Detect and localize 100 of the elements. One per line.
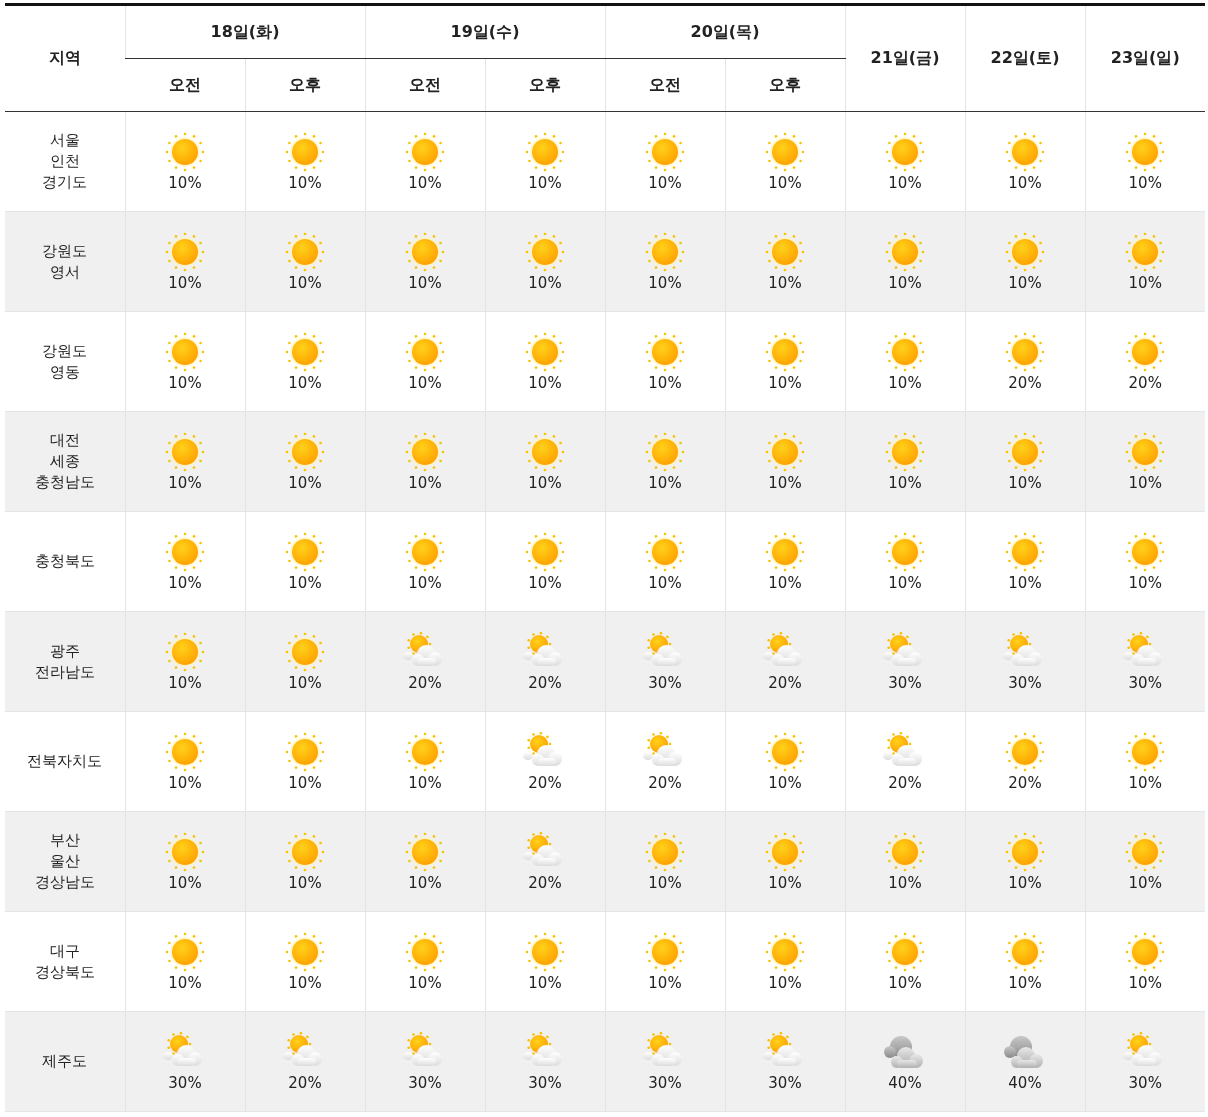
- precipitation-chance: 10%: [408, 173, 442, 192]
- precipitation-chance: 10%: [888, 373, 922, 392]
- precipitation-chance: 10%: [408, 273, 442, 292]
- precipitation-chance: 20%: [1008, 373, 1042, 392]
- precipitation-chance: 10%: [408, 573, 442, 592]
- precipitation-chance: 10%: [768, 373, 802, 392]
- region-name: 대전 세종 충청남도: [34, 430, 95, 493]
- precipitation-chance: 20%: [288, 1073, 322, 1092]
- precipitation-chance: 10%: [888, 973, 922, 992]
- precipitation-chance: 10%: [1128, 473, 1162, 492]
- precipitation-chance: 20%: [1128, 373, 1162, 392]
- precipitation-chance: 10%: [408, 973, 442, 992]
- precipitation-chance: 30%: [1008, 673, 1042, 692]
- column-header: 오후: [769, 74, 801, 94]
- precipitation-chance: 30%: [408, 1073, 442, 1092]
- precipitation-chance: 10%: [888, 273, 922, 292]
- precipitation-chance: 10%: [1008, 273, 1042, 292]
- precipitation-chance: 20%: [1008, 773, 1042, 792]
- column-header: 20일(목): [690, 21, 760, 41]
- precipitation-chance: 10%: [1128, 173, 1162, 192]
- precipitation-chance: 10%: [1128, 973, 1162, 992]
- precipitation-chance: 10%: [168, 273, 202, 292]
- column-header: 오전: [409, 74, 441, 94]
- precipitation-chance: 10%: [288, 873, 322, 892]
- column-header: 오후: [529, 74, 561, 94]
- region-name: 광주 전라남도: [34, 640, 95, 683]
- region-name: 부산 울산 경상남도: [34, 830, 95, 893]
- region-name: 강원도 영동: [42, 340, 88, 383]
- precipitation-chance: 10%: [648, 273, 682, 292]
- precipitation-chance: 10%: [288, 973, 322, 992]
- precipitation-chance: 30%: [1128, 673, 1162, 692]
- precipitation-chance: 10%: [1008, 173, 1042, 192]
- precipitation-chance: 40%: [888, 1073, 922, 1092]
- precipitation-chance: 10%: [408, 473, 442, 492]
- precipitation-chance: 30%: [168, 1073, 202, 1092]
- precipitation-chance: 20%: [888, 773, 922, 792]
- precipitation-chance: 10%: [768, 473, 802, 492]
- precipitation-chance: 30%: [768, 1073, 802, 1092]
- precipitation-chance: 30%: [888, 673, 922, 692]
- precipitation-chance: 10%: [648, 873, 682, 892]
- precipitation-chance: 10%: [168, 873, 202, 892]
- precipitation-chance: 10%: [648, 173, 682, 192]
- precipitation-chance: 10%: [1008, 973, 1042, 992]
- precipitation-chance: 10%: [768, 773, 802, 792]
- precipitation-chance: 10%: [1008, 573, 1042, 592]
- region-name: 전북자치도: [27, 751, 103, 772]
- precipitation-chance: 10%: [888, 873, 922, 892]
- precipitation-chance: 10%: [648, 573, 682, 592]
- column-header: 21일(금): [870, 48, 940, 67]
- precipitation-chance: 10%: [1128, 273, 1162, 292]
- precipitation-chance: 10%: [528, 373, 562, 392]
- precipitation-chance: 10%: [768, 973, 802, 992]
- precipitation-chance: 10%: [288, 373, 322, 392]
- column-header: 오후: [289, 74, 321, 94]
- precipitation-chance: 20%: [768, 673, 802, 692]
- precipitation-chance: 10%: [168, 773, 202, 792]
- precipitation-chance: 10%: [288, 573, 322, 592]
- precipitation-chance: 10%: [408, 873, 442, 892]
- precipitation-chance: 20%: [648, 773, 682, 792]
- precipitation-chance: 10%: [408, 373, 442, 392]
- precipitation-chance: 10%: [768, 873, 802, 892]
- precipitation-chance: 10%: [528, 573, 562, 592]
- precipitation-chance: 10%: [768, 273, 802, 292]
- precipitation-chance: 10%: [288, 673, 322, 692]
- precipitation-chance: 20%: [408, 673, 442, 692]
- column-header: 지역: [48, 48, 81, 67]
- precipitation-chance: 30%: [528, 1073, 562, 1092]
- column-header: 오전: [168, 74, 201, 94]
- region-name: 대구 경상북도: [34, 940, 95, 983]
- precipitation-chance: 10%: [888, 573, 922, 592]
- column-header: 오전: [649, 74, 681, 94]
- precipitation-chance: 10%: [1128, 573, 1162, 592]
- column-header: 19일(수): [450, 21, 520, 41]
- precipitation-chance: 10%: [528, 973, 562, 992]
- region-name: 충청북도: [34, 551, 95, 572]
- precipitation-chance: 10%: [1128, 873, 1162, 892]
- precipitation-chance: 10%: [528, 173, 562, 192]
- precipitation-chance: 20%: [528, 673, 562, 692]
- precipitation-chance: 10%: [168, 973, 202, 992]
- region-name: 강원도 영서: [42, 240, 88, 283]
- precipitation-chance: 10%: [768, 173, 802, 192]
- precipitation-chance: 10%: [168, 373, 202, 392]
- precipitation-chance: 10%: [1008, 873, 1042, 892]
- precipitation-chance: 20%: [528, 773, 562, 792]
- region-name: 제주도: [42, 1051, 88, 1072]
- precipitation-chance: 10%: [1128, 773, 1162, 792]
- precipitation-chance: 10%: [528, 473, 562, 492]
- precipitation-chance: 10%: [648, 973, 682, 992]
- precipitation-chance: 10%: [648, 373, 682, 392]
- precipitation-chance: 10%: [288, 473, 322, 492]
- precipitation-chance: 10%: [888, 473, 922, 492]
- precipitation-chance: 10%: [168, 573, 202, 592]
- precipitation-chance: 10%: [288, 773, 322, 792]
- precipitation-chance: 10%: [168, 173, 202, 192]
- precipitation-chance: 20%: [528, 873, 562, 892]
- precipitation-chance: 10%: [288, 273, 322, 292]
- precipitation-chance: 10%: [528, 273, 562, 292]
- column-header: 23일(일): [1110, 48, 1180, 67]
- column-header: 22일(토): [990, 48, 1060, 67]
- precipitation-chance: 10%: [648, 473, 682, 492]
